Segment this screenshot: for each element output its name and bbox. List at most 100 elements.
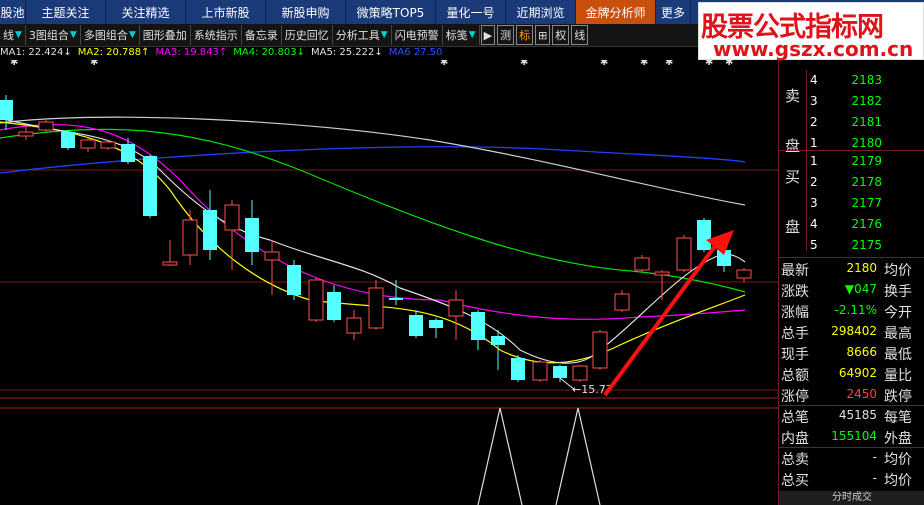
peak-marker-icon: ✱: [10, 60, 18, 68]
toolbar-button-12[interactable]: 标: [516, 25, 534, 45]
toolbar-button-label: 闪电预警: [394, 29, 439, 42]
order-book-row[interactable]: 2 2178184: [807, 172, 924, 192]
order-book-level: 5: [810, 238, 818, 252]
stat-value: -: [872, 450, 877, 464]
order-book-level: 3: [810, 94, 818, 108]
quote-stat-row: 总买 - 均价: [779, 468, 924, 489]
stat-value: 2180: [846, 261, 877, 275]
stat-label-right: 最低: [884, 347, 912, 363]
order-book-row[interactable]: 3 2177467: [807, 193, 924, 213]
order-book-price: 2176: [851, 217, 882, 231]
peak-marker-icon: ✱: [640, 60, 648, 68]
toolbar-button-label: 分析工具: [335, 29, 380, 42]
candle-body: [61, 132, 75, 148]
stat-label-right: 均价: [884, 263, 912, 279]
toolbar-button-11[interactable]: 测: [497, 25, 515, 45]
stat-label-right: 均价: [884, 473, 912, 489]
candle-body: [471, 312, 485, 340]
candle-body: [448, 299, 464, 317]
nav-tab-1[interactable]: 主题关注: [26, 0, 106, 24]
quote-stat-row: 总笔 45185 每笔: [779, 405, 924, 426]
toolbar-button-5[interactable]: 备忘录: [242, 25, 282, 45]
tick-trades-tab[interactable]: 分时成交: [779, 491, 924, 505]
order-book-level: 2: [810, 115, 818, 129]
candle-body: [287, 265, 301, 295]
order-book-row[interactable]: 5 217531: [807, 235, 924, 255]
nav-tab-7[interactable]: 近期浏览: [506, 0, 576, 24]
toolbar-button-label: 标: [519, 29, 531, 42]
candle-body: [18, 131, 34, 137]
stat-label: 涨跌: [781, 284, 809, 300]
order-book-qty: 184: [885, 175, 924, 189]
candle-body: [80, 139, 96, 149]
stat-value: 8666: [846, 345, 877, 359]
toolbar-button-label: 3图组合: [28, 29, 69, 42]
order-book-price: 2180: [851, 136, 882, 150]
toolbar-button-9[interactable]: 标笺 ▼: [443, 25, 480, 45]
dropdown-arrow-icon: ▼: [15, 30, 22, 40]
stat-label-right: 每笔: [884, 410, 912, 426]
quote-stat-row: 总额 64902 量比: [779, 363, 924, 384]
order-book-row[interactable]: 4 218323: [807, 70, 924, 90]
order-book-row[interactable]: 1 217968: [807, 151, 924, 171]
nav-tab-3[interactable]: 上市新股: [186, 0, 266, 24]
order-book-row[interactable]: 2 218110: [807, 112, 924, 132]
order-book-row[interactable]: 3 218216: [807, 91, 924, 111]
toolbar-button-8[interactable]: 闪电预警: [392, 25, 443, 45]
peak-marker-icon: ✱: [705, 60, 713, 68]
candle-body: [245, 218, 259, 252]
stat-label-right: 均价: [884, 452, 912, 468]
nav-tab-9[interactable]: 更多: [656, 0, 691, 24]
stat-label-right: 今开: [884, 305, 912, 321]
order-book-price: 2181: [851, 115, 882, 129]
toolbar-button-2[interactable]: 多图组合 ▼: [81, 25, 140, 45]
kline-chart[interactable]: ✱ ✱ ✱ ✱ ✱ ✱ ✱ ✱ ✱ ←15.77: [0, 60, 778, 505]
order-book-qty: 23: [885, 73, 924, 87]
toolbar-button-label: 备忘录: [244, 29, 278, 42]
ma-legend: MA1: 22.424↓ MA2: 20.788↑ MA3: 19.843↑ MA4:…: [0, 46, 780, 59]
toolbar-button-13[interactable]: ⊞: [535, 25, 551, 45]
nav-tab-6[interactable]: 量化一号: [436, 0, 506, 24]
stat-label: 涨幅: [781, 305, 809, 321]
toolbar-button-1[interactable]: 3图组合 ▼: [26, 25, 81, 45]
stat-value: 45185: [838, 408, 877, 422]
order-book-level: 2: [810, 175, 818, 189]
candle-body: [491, 336, 505, 345]
ma-legend-item: MA4: 20.803↓: [233, 47, 305, 58]
toolbar-button-label: 标笺: [445, 29, 468, 42]
order-book-row[interactable]: 4 217627: [807, 214, 924, 234]
toolbar-button-6[interactable]: 历史回忆: [282, 25, 333, 45]
stat-label: 总手: [781, 326, 809, 342]
toolbar-button-label: 系统指示: [193, 29, 238, 42]
peak-marker-icon: ✱: [440, 60, 448, 68]
candle-body: [592, 331, 608, 369]
quote-stat-row: 涨跌 ▼047 换手: [779, 279, 924, 300]
quote-stat-row: 最新 2180 均价: [779, 258, 924, 279]
quote-stat-row: 总卖 - 均价: [779, 447, 924, 468]
candle-body: [676, 237, 692, 271]
toolbar-button-10[interactable]: ▶: [480, 25, 496, 45]
quote-stat-row: 内盘 155104 外盘: [779, 426, 924, 447]
toolbar-button-4[interactable]: 系统指示: [191, 25, 242, 45]
stat-label-right: 最高: [884, 326, 912, 342]
stat-label: 现手: [781, 347, 809, 363]
toolbar-button-0[interactable]: 线 ▼: [0, 25, 26, 45]
nav-tab-2[interactable]: 关注精选: [106, 0, 186, 24]
ma6-line: [0, 146, 746, 174]
nav-tab-8[interactable]: 金牌分析师: [576, 0, 656, 24]
nav-tab-5[interactable]: 微策略TOP5: [346, 0, 436, 24]
stat-value: -2.11%: [834, 303, 877, 317]
nav-tab-0[interactable]: 股池: [0, 0, 26, 24]
order-book-price: 2183: [851, 73, 882, 87]
candle-body: [368, 287, 384, 329]
order-book-level: 3: [810, 196, 818, 210]
toolbar-button-15[interactable]: 线: [571, 25, 589, 45]
order-book-qty: 68: [885, 154, 924, 168]
toolbar-button-14[interactable]: 权: [552, 25, 570, 45]
stat-value: 2450: [846, 387, 877, 401]
toolbar-button-label: 线: [574, 29, 586, 42]
toolbar-button-7[interactable]: 分析工具 ▼: [333, 25, 392, 45]
nav-tab-4[interactable]: 新股申购: [266, 0, 346, 24]
toolbar-button-3[interactable]: 图形叠加: [140, 25, 191, 45]
order-book-qty: 27: [885, 217, 924, 231]
